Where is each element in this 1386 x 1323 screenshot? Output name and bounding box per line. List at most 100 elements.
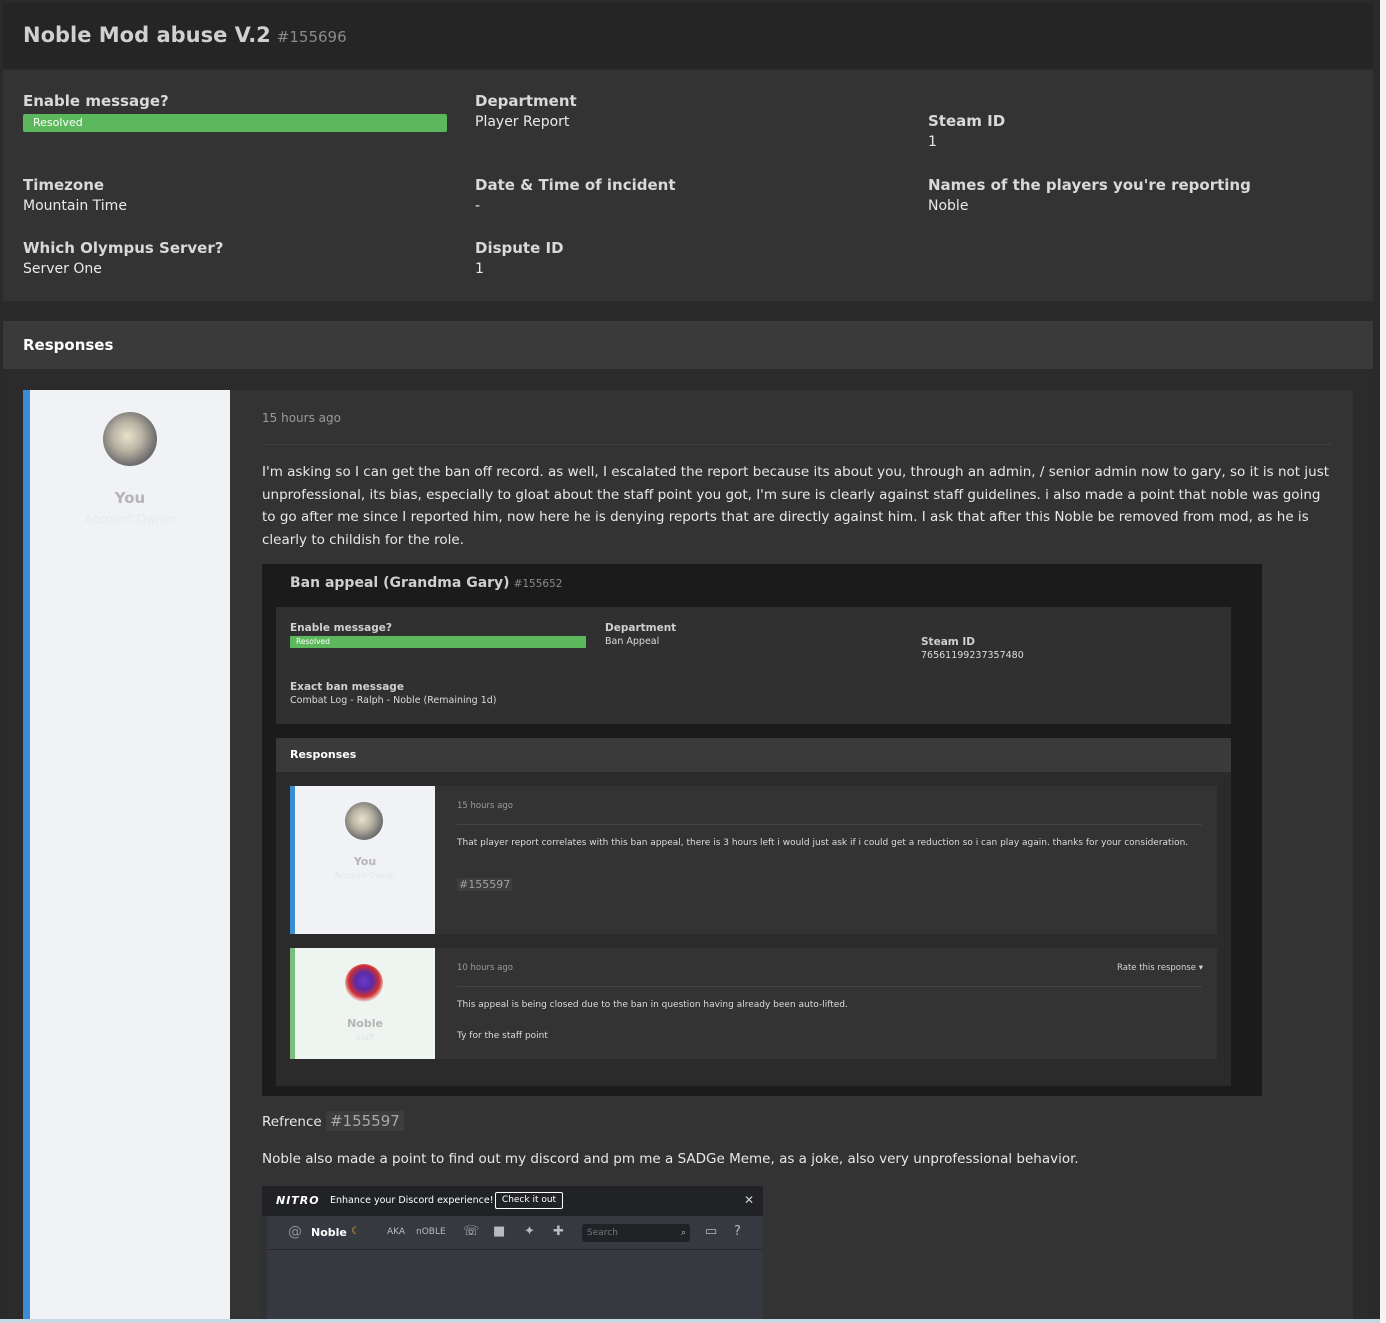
divider [457,986,1202,987]
response-time: 15 hours ago [262,411,341,425]
pin-icon: ✦ [524,1224,535,1239]
ticket-fields: Enable message? Resolved Department Play… [3,70,1373,301]
field-dispute-id: Dispute ID 1 [475,239,564,277]
author-role: Account Owner [84,512,176,526]
ticket-title-text: Noble Mod abuse V.2 [23,23,271,47]
moon-icon: ☾ [351,1226,360,1237]
ticket-title: Noble Mod abuse V.2 #155696 [23,23,347,47]
embedded-field-label: Steam ID [921,636,976,648]
reference-line: Refrence #155597 [262,1111,404,1131]
embedded-screenshot-discord: NITRO Enhance your Discord experience! C… [262,1186,763,1323]
ticket-id: #155696 [276,28,347,46]
reference-label: Refrence [262,1114,322,1130]
response-text-2: Noble also made a point to find out my d… [262,1151,1079,1167]
field-label: Department [475,92,577,110]
embedded-field-label: Exact ban message [290,681,404,693]
field-steam-id: Steam ID 1 [928,112,1005,150]
embedded-author-role: Staff [355,1033,375,1042]
avatar[interactable] [103,412,157,466]
divider [457,824,1202,825]
avatar [345,964,383,1002]
divider [262,444,1333,445]
field-value: Player Report [475,114,570,130]
field-value: 1 [475,261,484,277]
embedded-field-label: Department [605,622,677,634]
discord-aka-label: AKA [387,1227,406,1237]
reference-link[interactable]: #155597 [325,1111,404,1131]
responses-header: Responses [3,321,1373,369]
ticket-header: Noble Mod abuse V.2 #155696 [3,3,1373,69]
embedded-response-time: 10 hours ago [457,963,513,973]
field-label: Date & Time of incident [475,176,676,194]
discord-dm-header: @ Noble ☾ AKA nOBLE ☏ ■ ✦ ✚ Search ⌕ ▭ ? [262,1216,763,1250]
embedded-field-value: 76561199237357480 [921,650,1024,661]
embedded-response-2: Noble Staff 10 hours ago Rate this respo… [290,948,1217,1059]
field-label: Steam ID [928,112,1006,130]
embedded-field-label: Enable message? [290,622,393,634]
embedded-author-name: Noble [347,1017,383,1030]
embedded-id: #155652 [513,578,563,590]
embedded-author-role: Account Owner [334,871,396,880]
field-value: Server One [23,261,102,277]
search-icon: ⌕ [680,1228,686,1238]
field-server: Which Olympus Server? Server One [23,239,223,277]
field-players: Names of the players you're reporting No… [928,176,1251,214]
embedded-responses-body: You Account Owner 15 hours ago That play… [276,772,1231,1086]
discord-user-name: Noble [311,1226,347,1239]
response-text: I'm asking so I can get the ban off reco… [262,464,1330,548]
embedded-title: Ban appeal (Grandma Gary) #155652 [290,575,562,591]
embedded-field-enable: Enable message? Resolved [290,622,586,648]
discord-search-placeholder: Search [587,1228,618,1238]
scrollbar[interactable] [1380,0,1386,1323]
embedded-field-value: Ban Appeal [605,636,660,647]
at-icon: @ [288,1224,302,1240]
field-value: - [475,198,481,214]
inbox-icon: ▭ [705,1224,718,1239]
field-department: Department Player Report [475,92,577,130]
embedded-screenshot-ban-appeal: Ban appeal (Grandma Gary) #155652 Enable … [262,564,1262,1096]
embedded-response-1: You Account Owner 15 hours ago That play… [290,786,1217,934]
responses-title: Responses [23,336,114,354]
discord-sidebar-edge [262,1216,267,1323]
embedded-responses-title: Responses [290,748,357,761]
embedded-field-value: Combat Log - Ralph - Noble (Remaining 1d… [290,695,497,706]
discord-promo-text: Enhance your Discord experience! [330,1195,494,1206]
embedded-response-text: That player report correlates with this … [457,838,1189,848]
embedded-title-text: Ban appeal (Grandma Gary) [290,575,510,591]
field-label: Names of the players you're reporting [928,176,1251,194]
add-friend-icon: ✚ [553,1224,564,1239]
field-timezone: Timezone Mountain Time [23,176,127,214]
discord-check-it-out-button: Check it out [495,1192,563,1209]
embedded-responses-header: Responses [276,738,1231,772]
discord-nitro-logo: NITRO [276,1194,320,1207]
field-datetime: Date & Time of incident - [475,176,676,214]
embedded-response-text: This appeal is being closed due to the b… [457,1000,848,1010]
embedded-rate-response: Rate this response ▾ [1117,963,1203,973]
field-label: Timezone [23,176,105,194]
field-value: Mountain Time [23,198,127,214]
field-value: 1 [928,134,937,150]
embedded-field-department: Department Ban Appeal [605,622,676,647]
embedded-status-badge: Resolved [290,636,586,648]
embedded-field-ban-message: Exact ban message Combat Log - Ralph - N… [290,681,497,706]
embedded-reference-tag: #155597 [457,878,513,891]
call-icon: ☏ [463,1224,480,1239]
help-icon: ? [734,1224,741,1239]
field-label: Which Olympus Server? [23,239,224,257]
close-icon: ✕ [743,1193,754,1207]
embedded-response-time: 15 hours ago [457,801,513,811]
author-name[interactable]: You [30,489,230,507]
embedded-author-name: You [353,855,377,868]
embedded-author-panel: Noble Staff [290,948,435,1059]
status-badge: Resolved [23,114,447,132]
page-bottom-edge [0,1319,1386,1323]
discord-nickname: nOBLE [416,1227,446,1237]
field-label: Dispute ID [475,239,564,257]
embedded-fields: Enable message? Resolved Department Ban … [276,607,1231,724]
field-enable-message: Enable message? Resolved [23,92,447,132]
discord-nitro-banner: NITRO Enhance your Discord experience! C… [262,1186,763,1216]
embedded-field-steam: Steam ID 76561199237357480 [921,636,1024,661]
author-panel: You Account Owner [23,390,230,1323]
avatar [345,802,383,840]
field-label: Enable message? [23,92,169,110]
